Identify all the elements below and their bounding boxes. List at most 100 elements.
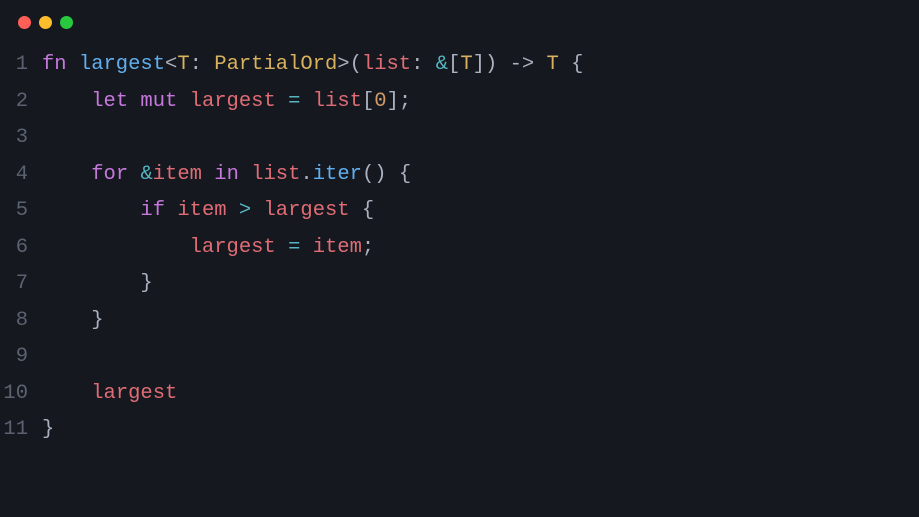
token: let mut — [91, 90, 177, 113]
code-content: largest = item; — [42, 230, 919, 267]
line-number: 8 — [0, 303, 42, 340]
token: PartialOrd — [214, 53, 337, 76]
line-number: 5 — [0, 193, 42, 230]
token: largest — [190, 236, 276, 259]
token — [42, 309, 91, 332]
zoom-icon[interactable] — [60, 16, 73, 29]
token: item — [177, 199, 226, 222]
code-content: fn largest<T: PartialOrd>(list: &[T]) ->… — [42, 47, 919, 84]
line-number: 1 — [0, 47, 42, 84]
code-line: 6 largest = item; — [0, 230, 919, 267]
code-content: if item > largest { — [42, 193, 919, 230]
code-content: for &item in list.iter() { — [42, 157, 919, 194]
token: 0 — [374, 90, 386, 113]
token: fn — [42, 53, 79, 76]
token — [42, 272, 140, 295]
token: T — [460, 53, 472, 76]
line-number: 10 — [0, 376, 42, 413]
token: list — [362, 53, 411, 76]
token: if — [140, 199, 165, 222]
line-number: 3 — [0, 120, 42, 157]
token: [ — [362, 90, 374, 113]
token: = — [288, 90, 300, 113]
token: & — [436, 53, 448, 76]
token: < — [165, 53, 177, 76]
line-number: 4 — [0, 157, 42, 194]
line-number: 7 — [0, 266, 42, 303]
token: { — [559, 53, 584, 76]
code-content: largest — [42, 376, 919, 413]
token: : — [411, 53, 436, 76]
token: } — [140, 272, 152, 295]
code-line: 1fn largest<T: PartialOrd>(list: &[T]) -… — [0, 47, 919, 84]
token: item — [153, 163, 202, 186]
token: in — [214, 163, 239, 186]
token: } — [91, 309, 103, 332]
token: T — [177, 53, 189, 76]
code-line: 4 for &item in list.iter() { — [0, 157, 919, 194]
code-line: 2 let mut largest = list[0]; — [0, 84, 919, 121]
token — [177, 90, 189, 113]
token: >( — [337, 53, 362, 76]
token: list — [251, 163, 300, 186]
token: list — [313, 90, 362, 113]
token — [300, 90, 312, 113]
token: : — [190, 53, 215, 76]
line-number: 11 — [0, 412, 42, 449]
token — [251, 199, 263, 222]
minimize-icon[interactable] — [39, 16, 52, 29]
token: } — [42, 418, 54, 441]
code-line: 10 largest — [0, 376, 919, 413]
token — [165, 199, 177, 222]
token: & — [140, 163, 152, 186]
token — [42, 90, 91, 113]
token — [42, 199, 140, 222]
token — [202, 163, 214, 186]
token: ]) — [473, 53, 510, 76]
token: T — [546, 53, 558, 76]
token — [239, 163, 251, 186]
code-line: 7 } — [0, 266, 919, 303]
token: () { — [362, 163, 411, 186]
code-line: 11} — [0, 412, 919, 449]
token: item — [313, 236, 362, 259]
token: ; — [362, 236, 374, 259]
token: largest — [264, 199, 350, 222]
token: [ — [448, 53, 460, 76]
token: . — [300, 163, 312, 186]
code-content: } — [42, 412, 919, 449]
token: -> — [510, 53, 547, 76]
code-editor: 1fn largest<T: PartialOrd>(list: &[T]) -… — [0, 39, 919, 449]
token: ]; — [387, 90, 412, 113]
token: = — [288, 236, 300, 259]
token: iter — [313, 163, 362, 186]
token: > — [239, 199, 251, 222]
code-content: let mut largest = list[0]; — [42, 84, 919, 121]
code-line: 8 } — [0, 303, 919, 340]
token — [42, 236, 190, 259]
token: largest — [190, 90, 276, 113]
token: for — [91, 163, 128, 186]
code-line: 9 — [0, 339, 919, 376]
token: largest — [91, 382, 177, 405]
token — [276, 236, 288, 259]
code-line: 3 — [0, 120, 919, 157]
code-content: } — [42, 266, 919, 303]
code-content — [42, 120, 919, 157]
token — [42, 163, 91, 186]
code-line: 5 if item > largest { — [0, 193, 919, 230]
token — [128, 163, 140, 186]
line-number: 9 — [0, 339, 42, 376]
line-number: 2 — [0, 84, 42, 121]
token — [276, 90, 288, 113]
token: { — [350, 199, 375, 222]
token — [42, 382, 91, 405]
close-icon[interactable] — [18, 16, 31, 29]
code-content — [42, 339, 919, 376]
token: largest — [79, 53, 165, 76]
code-content: } — [42, 303, 919, 340]
token — [227, 199, 239, 222]
token — [300, 236, 312, 259]
window-titlebar — [0, 0, 919, 39]
line-number: 6 — [0, 230, 42, 267]
